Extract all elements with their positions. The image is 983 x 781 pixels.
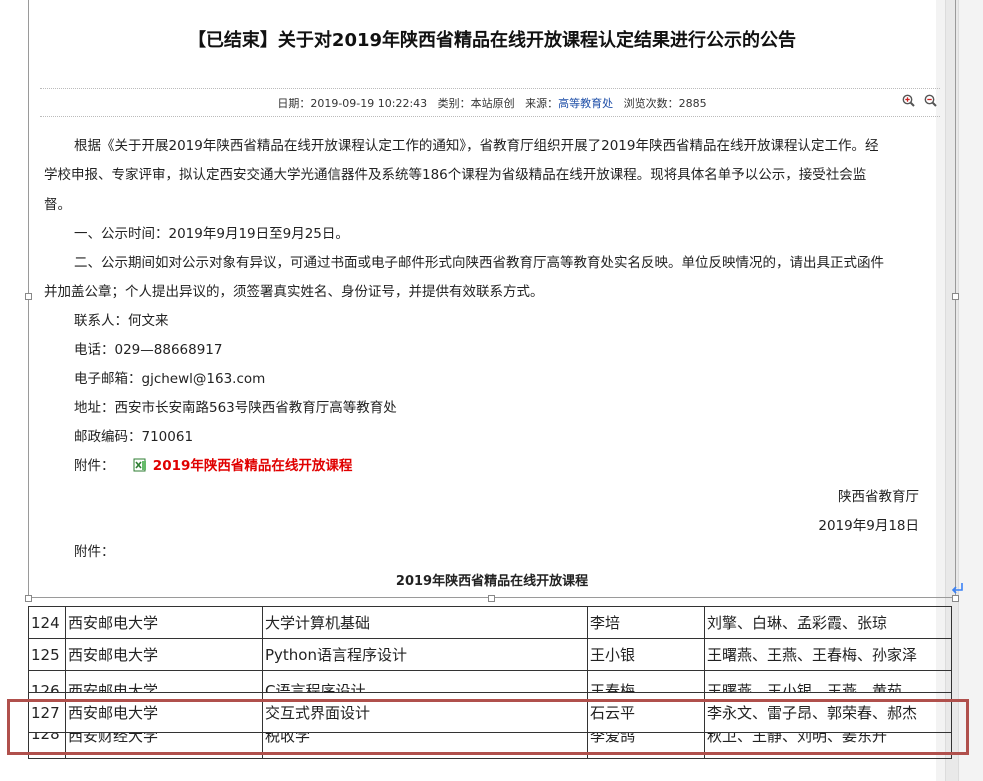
cell-leader: 李培: [587, 606, 705, 639]
table-row: 128 西安财经大学 税收学 李爱鸽 秋卫、王静、刘明、姜东升: [28, 732, 952, 759]
cell-school: 西安邮电大学: [65, 606, 263, 639]
divider: [40, 116, 940, 117]
table-row: 124 西安邮电大学 大学计算机基础 李培 刘擎、白琳、孟彩霞、张琼: [28, 606, 952, 639]
cell-index: 126: [28, 670, 66, 693]
cell-course: 大学计算机基础: [262, 606, 588, 639]
contact-address: 地址：西安市长安南路563号陕西省教育厅高等教育处: [74, 400, 397, 416]
cell-members: 李永文、雷子昂、郭荣春、郝杰: [704, 692, 952, 733]
table-caption: 2019年陕西省精品在线开放课程: [395, 574, 589, 589]
cell-text: 税收学: [265, 732, 311, 746]
cell-school: 西安邮电大学: [65, 638, 263, 671]
attachment-label: 附件：: [74, 458, 115, 474]
article-meta: 日期：2019-09-19 10:22:43 类别：本站原创 来源：高等教育处 …: [29, 95, 955, 111]
excel-file-icon: [133, 458, 146, 472]
source-label: 来源：: [525, 97, 559, 110]
cell-index: 125: [28, 638, 66, 671]
views-label: 浏览次数：: [623, 97, 679, 110]
cell-course: 税收学: [262, 732, 588, 759]
cell-index: 127: [28, 692, 66, 733]
signature-org: 陕西省教育厅: [838, 489, 919, 505]
cell-members: 王曙燕、王小银、王燕、黄茹: [704, 670, 952, 693]
cell-leader: 王小银: [587, 638, 705, 671]
cell-text: 秋卫、王静、刘明、姜东升: [707, 732, 888, 746]
cell-school: 西安邮电大学: [65, 670, 263, 693]
paragraph-objection-line2: 并加盖公章；个人提出异议的，须签署真实姓名、身份证号，并提供有效联系方式。: [44, 284, 544, 300]
contact-person: 联系人：何文来: [74, 313, 169, 329]
views-count: 2885: [678, 97, 707, 110]
source-link[interactable]: 高等教育处: [558, 97, 613, 110]
resize-handle-left[interactable]: [25, 293, 32, 300]
cell-school: 西安财经大学: [65, 732, 263, 759]
cell-leader: 石云平: [587, 692, 705, 733]
paragraph-intro-line3: 督。: [44, 197, 71, 213]
paragraph-return-icon: [951, 583, 963, 594]
category-value: 本站原创: [470, 97, 515, 110]
paragraph-objection-line1: 二、公示期间如对公示对象有异议，可通过书面或电子邮件形式向陕西省教育厅高等教育处…: [74, 255, 884, 271]
divider: [40, 88, 940, 89]
paragraph-intro-line2: 学校申报、专家评审，拟认定西安交通大学光通信器件及系统等186个课程为省级精品在…: [44, 167, 867, 183]
cell-index: 128: [28, 732, 66, 759]
category-label: 类别：: [437, 97, 471, 110]
zoom-out-icon[interactable]: [924, 94, 937, 107]
date-label: 日期：: [277, 97, 311, 110]
table-row: 125 西安邮电大学 Python语言程序设计 王小银 王曙燕、王燕、王春梅、孙…: [28, 638, 952, 671]
cell-course: Python语言程序设计: [262, 638, 588, 671]
cell-text: 西安邮电大学: [68, 682, 159, 693]
cell-course: 交互式界面设计: [262, 692, 588, 733]
cell-text: 王曙燕、王小银、王燕、黄茹: [707, 682, 903, 693]
date-value: 2019-09-19 10:22:43: [310, 97, 428, 110]
cell-members: 秋卫、王静、刘明、姜东升: [704, 732, 952, 759]
resize-handle-bottom[interactable]: [488, 595, 495, 602]
cell-text: 西安财经大学: [68, 732, 159, 746]
cell-leader: 王春梅: [587, 670, 705, 693]
cell-school: 西安邮电大学: [65, 692, 263, 733]
resize-handle-bottom-left[interactable]: [25, 595, 32, 602]
attachment-row: 附件： 2019年陕西省精品在线开放课程: [74, 456, 352, 476]
resize-handle-right[interactable]: [952, 293, 959, 300]
paragraph-period: 一、公示时间：2019年9月19日至9月25日。: [74, 226, 349, 242]
page-title: 【已结束】关于对2019年陕西省精品在线开放课程认定结果进行公示的公告: [187, 30, 797, 51]
cell-text: 李爱鸽: [590, 732, 636, 746]
cell-leader: 李爱鸽: [587, 732, 705, 759]
cell-text: C语言程序设计: [265, 682, 366, 693]
cell-index: 124: [28, 606, 66, 639]
paragraph-intro-line1: 根据《关于开展2019年陕西省精品在线开放课程认定工作的通知》，省教育厅组织开展…: [74, 138, 879, 154]
attachment-link[interactable]: 2019年陕西省精品在线开放课程: [153, 458, 353, 474]
contact-postcode: 邮政编码：710061: [74, 429, 194, 445]
attachment-label-2: 附件：: [74, 544, 115, 560]
cell-text: 128: [31, 732, 60, 744]
cell-members: 王曙燕、王燕、王春梅、孙家泽: [704, 638, 952, 671]
cell-text: 王春梅: [590, 682, 636, 693]
signature-date: 2019年9月18日: [818, 518, 919, 534]
resize-handle-bottom-right[interactable]: [952, 595, 959, 602]
table-row-highlighted[interactable]: 127 西安邮电大学 交互式界面设计 石云平 李永文、雷子昂、郭荣春、郝杰: [28, 692, 952, 733]
cell-members: 刘擎、白琳、孟彩霞、张琼: [704, 606, 952, 639]
zoom-in-icon[interactable]: [902, 94, 915, 107]
course-table: 124 西安邮电大学 大学计算机基础 李培 刘擎、白琳、孟彩霞、张琼 125 西…: [28, 606, 952, 759]
cell-course: C语言程序设计: [262, 670, 588, 693]
table-row: 126 西安邮电大学 C语言程序设计 王春梅 王曙燕、王小银、王燕、黄茹: [28, 670, 952, 693]
cell-text: 126: [31, 682, 60, 693]
contact-email: 电子邮箱：gjchewl@163.com: [74, 371, 266, 387]
contact-phone: 电话：029—88668917: [74, 342, 223, 358]
